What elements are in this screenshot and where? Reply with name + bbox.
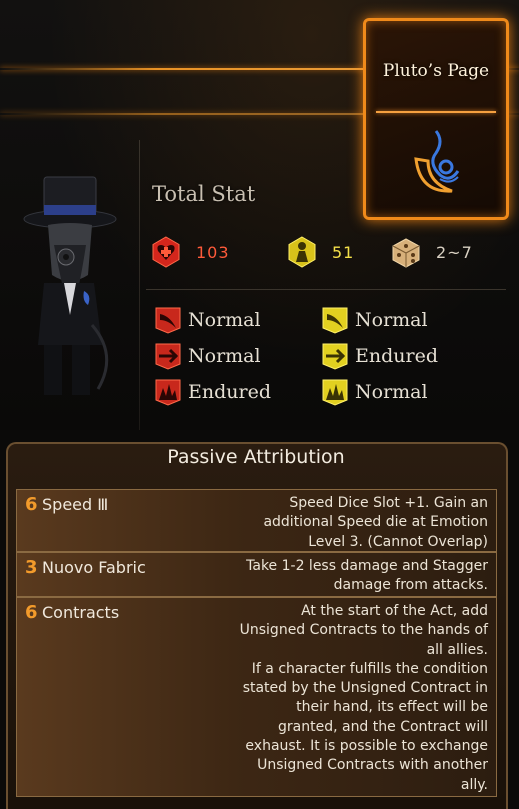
passive-cost: 3 xyxy=(25,557,38,578)
passive-description: Take 1-2 less damage and Stagger damage … xyxy=(246,558,488,594)
vertical-divider xyxy=(139,140,140,430)
blunt-stagger-icon xyxy=(322,379,348,406)
stagger-resist-pierce: Endured xyxy=(321,341,438,371)
slash-stagger-icon xyxy=(322,307,348,334)
total-stat-heading: Total Stat xyxy=(152,182,256,206)
stagger-stat: 51 xyxy=(286,235,354,269)
hp-resist-blunt: Endured xyxy=(154,377,271,407)
page-card-divider xyxy=(376,111,496,113)
passive-cost: 6 xyxy=(25,602,38,623)
key-page-card[interactable]: Pluto’s Page xyxy=(363,18,509,220)
speed-stat: 2~7 xyxy=(390,235,473,269)
hp-resist-slash: Normal xyxy=(154,305,261,335)
blunt-resist-icon xyxy=(155,379,181,406)
pierce-resist-icon xyxy=(155,343,181,370)
passive-cost: 6 xyxy=(25,494,38,515)
hp-resist-pierce-label: Normal xyxy=(188,345,261,367)
stagger-value: 51 xyxy=(332,242,355,262)
dice-icon xyxy=(392,238,420,268)
stat-divider xyxy=(146,289,506,290)
hp-resist-blunt-label: Endured xyxy=(188,381,271,403)
stagger-icon xyxy=(288,236,316,268)
passive-name: Contracts xyxy=(42,603,120,622)
hp-value: 103 xyxy=(196,242,230,262)
passive-title: Passive Attribution xyxy=(167,446,345,468)
passive-item[interactable]: 3 Nuovo Fabric Take 1-2 less damage and … xyxy=(16,552,497,597)
heart-plus-icon xyxy=(152,236,180,268)
passive-item[interactable]: 6 Speed Ⅲ Speed Dice Slot +1. Gain an ad… xyxy=(16,489,497,552)
stagger-resist-pierce-label: Endured xyxy=(355,345,438,367)
speed-value: 2~7 xyxy=(436,242,473,262)
page-title: Pluto’s Page xyxy=(382,61,490,81)
stagger-resist-blunt: Normal xyxy=(321,377,428,407)
passive-description: Speed Dice Slot +1. Gain an additional S… xyxy=(263,495,488,550)
pierce-stagger-icon xyxy=(322,343,348,370)
hp-resist-slash-label: Normal xyxy=(188,309,261,331)
passive-item[interactable]: 6 Contracts At the start of the Act, add… xyxy=(16,597,497,797)
passive-name: Nuovo Fabric xyxy=(42,558,146,577)
stagger-resist-blunt-label: Normal xyxy=(355,381,428,403)
crescent-moon-icon xyxy=(414,130,460,193)
hp-resist-pierce: Normal xyxy=(154,341,261,371)
hp-stat: 103 xyxy=(150,235,230,269)
slash-resist-icon xyxy=(155,307,181,334)
stagger-resist-slash: Normal xyxy=(321,305,428,335)
stagger-resist-slash-label: Normal xyxy=(355,309,428,331)
passive-name: Speed Ⅲ xyxy=(42,495,109,514)
passive-description: At the start of the Act, add Unsigned Co… xyxy=(239,603,488,793)
character-portrait xyxy=(23,176,117,395)
